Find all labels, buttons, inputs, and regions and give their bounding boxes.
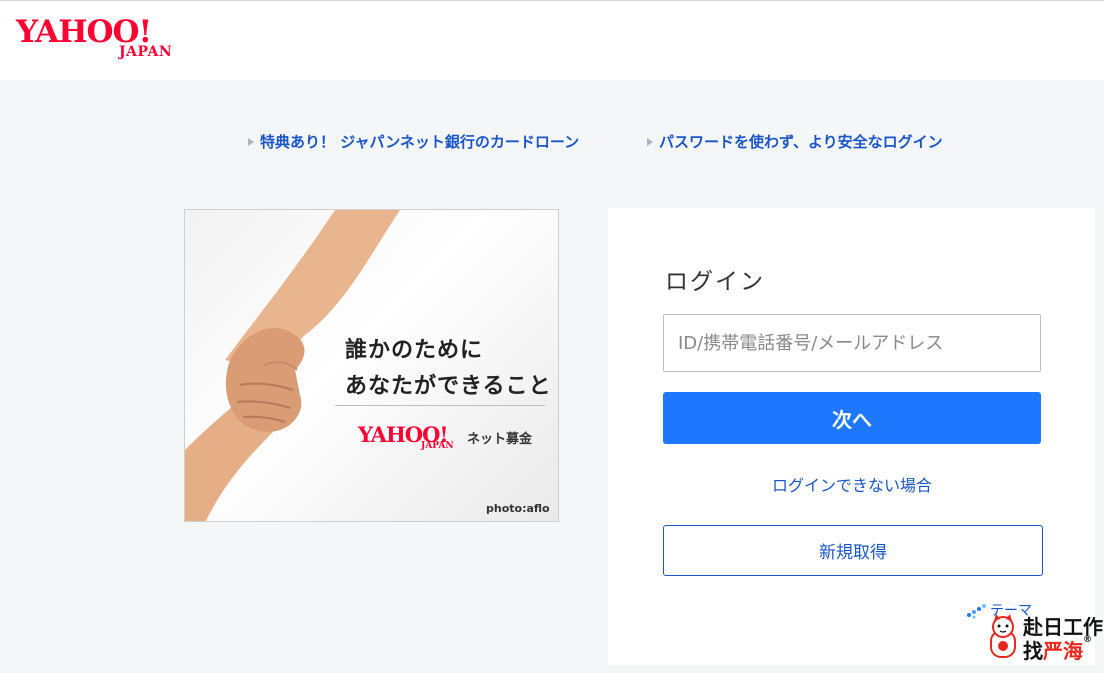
lucky-cat-icon	[990, 614, 1016, 658]
ad-photo-credit: photo:aflo	[486, 502, 550, 515]
watermark-overlay: 赴日工作 找严海®	[985, 611, 1104, 663]
triangle-bullet-icon	[248, 137, 254, 146]
promo-link-card-loan[interactable]: 特典あり！ ジャパンネット銀行のカードローン	[248, 130, 579, 154]
watermark-line2-red: 严海	[1043, 639, 1083, 663]
yahoo-japan-logo[interactable]: YAHOO! JAPAN	[16, 15, 191, 63]
watermark-line2: 找严海®	[1023, 635, 1092, 664]
ad-headline-line2: あなたができること	[345, 373, 552, 399]
signup-button[interactable]: 新規取得	[663, 525, 1043, 576]
watermark-registered: ®	[1083, 635, 1092, 645]
cant-login-link[interactable]: ログインできない場合	[663, 472, 1041, 496]
promo-links: 特典あり！ ジャパンネット銀行のカードローン パスワードを使わず、より安全なログ…	[0, 130, 1104, 154]
ad-divider	[335, 405, 545, 406]
header: YAHOO! JAPAN	[0, 0, 1104, 80]
ad-banner-donation[interactable]: 誰かのために あなたができること YAHOO! JAPAN ネット募金 phot…	[184, 209, 559, 522]
logo-sub-text: JAPAN	[119, 44, 173, 60]
promo-link-passwordless[interactable]: パスワードを使わず、より安全なログイン	[647, 130, 943, 154]
login-card: ログイン 次へ ログインできない場合 新規取得 テーマ	[608, 208, 1095, 665]
promo-link-label: 特典あり！ ジャパンネット銀行のカードローン	[260, 133, 580, 151]
watermark-line2-prefix: 找	[1023, 639, 1043, 663]
ad-fund-label: ネット募金	[467, 432, 533, 447]
ad-yahoo-logo-sub: JAPAN	[421, 441, 454, 451]
promo-link-label: パスワードを使わず、より安全なログイン	[659, 133, 943, 151]
ad-headline-line1: 誰かのために	[345, 337, 484, 363]
holding-hands-image	[185, 210, 400, 521]
triangle-bullet-icon	[647, 137, 653, 146]
login-id-input[interactable]	[663, 314, 1041, 372]
next-button[interactable]: 次へ	[663, 392, 1041, 444]
login-title: ログイン	[665, 269, 765, 295]
